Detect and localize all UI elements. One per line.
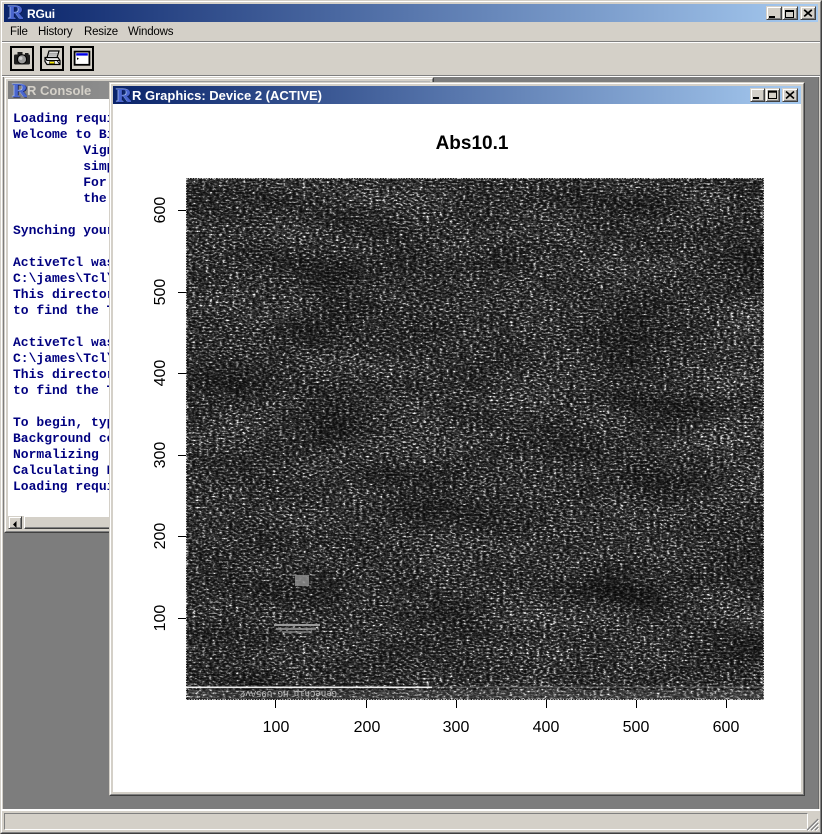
svg-text:GeneChip HG-U95Av2: GeneChip HG-U95Av2 (240, 688, 337, 698)
